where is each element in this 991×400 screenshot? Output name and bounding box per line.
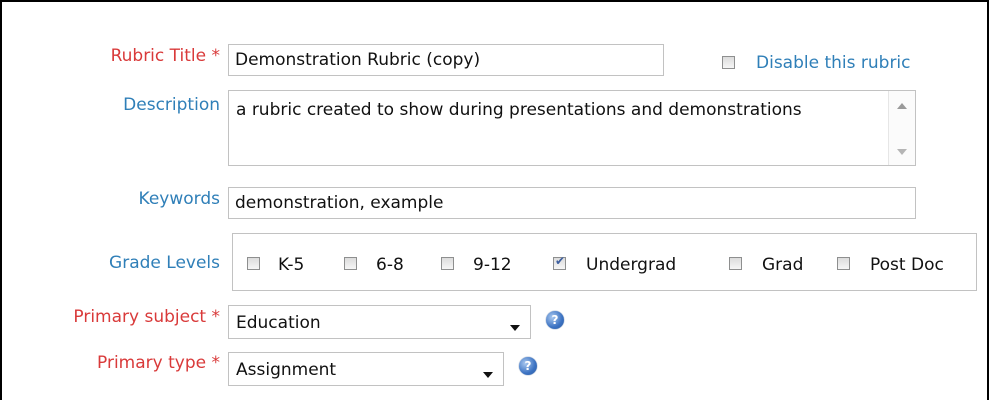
rubric-title-input[interactable]: Demonstration Rubric (copy) <box>228 44 664 76</box>
grade-checkbox-post-doc[interactable] <box>837 257 850 270</box>
scroll-up-arrow-icon[interactable] <box>897 103 907 109</box>
primary-type-select[interactable]: Assignment <box>228 352 504 386</box>
scroll-down-arrow-icon[interactable] <box>897 149 907 155</box>
chevron-down-icon <box>483 372 493 378</box>
keywords-label: Keywords <box>138 189 220 209</box>
chevron-down-icon <box>510 325 520 331</box>
help-icon[interactable]: ? <box>519 357 537 375</box>
grade-label-k5: K-5 <box>278 255 305 275</box>
keywords-input[interactable]: demonstration, example <box>228 187 916 219</box>
grade-checkbox-6-8[interactable] <box>344 257 357 270</box>
grade-label-9-12: 9-12 <box>473 255 512 275</box>
description-textarea[interactable]: a rubric created to show during presenta… <box>228 90 916 166</box>
grade-levels-label: Grade Levels <box>109 253 220 273</box>
primary-subject-select[interactable]: Education <box>228 305 531 339</box>
grade-label-6-8: 6-8 <box>376 255 404 275</box>
disable-rubric-checkbox[interactable] <box>722 56 735 69</box>
grade-label-undergrad: Undergrad <box>586 255 677 275</box>
help-icon[interactable]: ? <box>546 311 564 329</box>
grade-label-post-doc: Post Doc <box>870 255 944 275</box>
primary-subject-value: Education <box>236 313 321 333</box>
grade-checkbox-k5[interactable] <box>247 257 260 270</box>
primary-subject-label: Primary subject * <box>73 307 220 327</box>
primary-type-label: Primary type * <box>97 353 220 373</box>
rubric-title-label: Rubric Title * <box>110 46 220 66</box>
grade-checkbox-undergrad[interactable] <box>553 254 566 270</box>
description-scrollbar[interactable] <box>888 91 915 165</box>
disable-rubric-label[interactable]: Disable this rubric <box>756 53 911 73</box>
primary-type-value: Assignment <box>236 360 337 380</box>
description-label: Description <box>123 95 220 115</box>
grade-label-grad: Grad <box>762 255 804 275</box>
description-text: a rubric created to show during presenta… <box>236 100 802 120</box>
grade-checkbox-grad[interactable] <box>729 257 742 270</box>
grade-checkbox-9-12[interactable] <box>441 257 454 270</box>
